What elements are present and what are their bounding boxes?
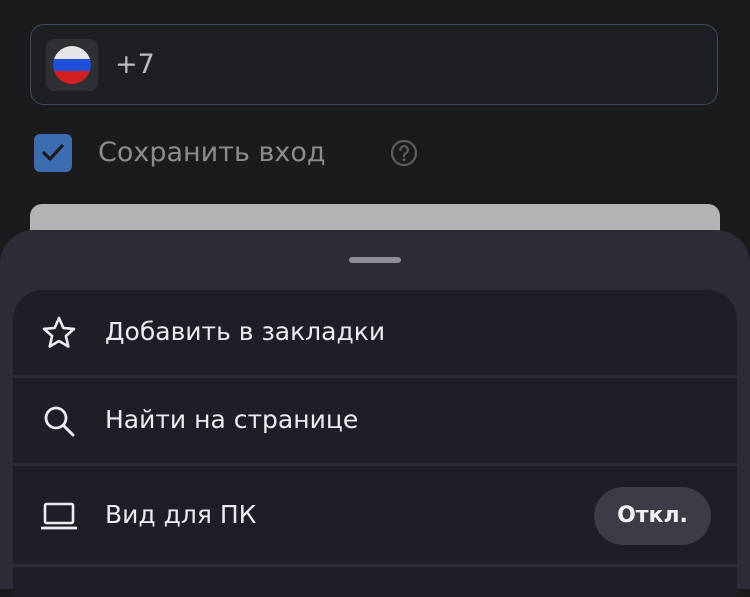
russia-flag-icon (53, 46, 91, 84)
desktop-view-toggle[interactable]: Откл. (594, 487, 711, 545)
menu-item-label: Вид для ПК (105, 500, 257, 529)
menu-item-find-on-page[interactable]: Найти на странице (13, 378, 737, 463)
bottom-sheet-menu: Добавить в закладки Найти на странице Ви… (0, 230, 750, 597)
drag-handle[interactable] (349, 257, 401, 263)
laptop-icon (41, 502, 77, 530)
remember-login-label: Сохранить вход (98, 137, 326, 168)
remember-login-checkbox[interactable] (34, 134, 72, 172)
star-icon (42, 316, 76, 348)
menu-item-desktop-view[interactable]: Вид для ПК Откл. (13, 466, 737, 564)
menu-item-label: Добавить в закладки (105, 317, 386, 346)
menu-item-label: Найти на странице (105, 405, 359, 434)
phone-prefix: +7 (115, 49, 155, 80)
phone-input[interactable]: +7 (30, 24, 718, 105)
checkmark-icon (42, 144, 64, 161)
search-icon (44, 406, 75, 437)
country-selector[interactable] (46, 39, 98, 91)
help-icon[interactable] (390, 139, 418, 167)
menu-item-next[interactable] (13, 567, 737, 597)
remember-login-row: Сохранить вход (34, 133, 434, 173)
menu-item-add-bookmark[interactable]: Добавить в закладки (13, 290, 737, 375)
